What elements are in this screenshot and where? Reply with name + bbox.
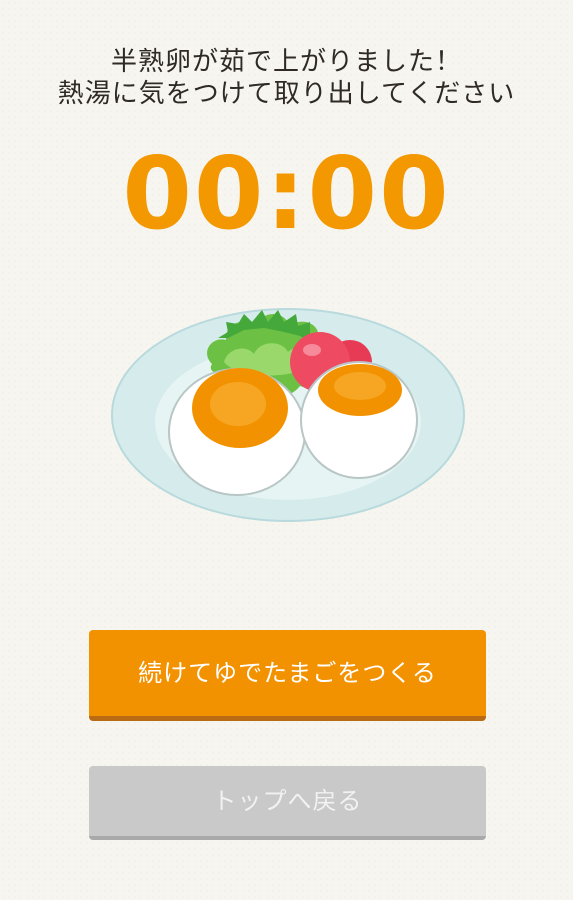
completion-message: 半熟卵が茹で上がりました！ 熱湯に気をつけて取り出してください [0, 46, 573, 110]
countdown-timer: 00:00 [122, 135, 451, 252]
egg-timer-result-screen: 半熟卵が茹で上がりました！ 熱湯に気をつけて取り出してください 00:00 続け… [0, 0, 573, 900]
completion-message-line2: 熱湯に気をつけて取り出してください [57, 79, 516, 109]
boiled-eggs-plate-icon [111, 308, 465, 522]
back-to-top-button[interactable]: トップへ戻る [89, 766, 486, 840]
completion-message-line1: 半熟卵が茹で上がりました！ [110, 47, 462, 77]
continue-making-eggs-button[interactable]: 続けてゆでたまごをつくる [89, 630, 486, 721]
